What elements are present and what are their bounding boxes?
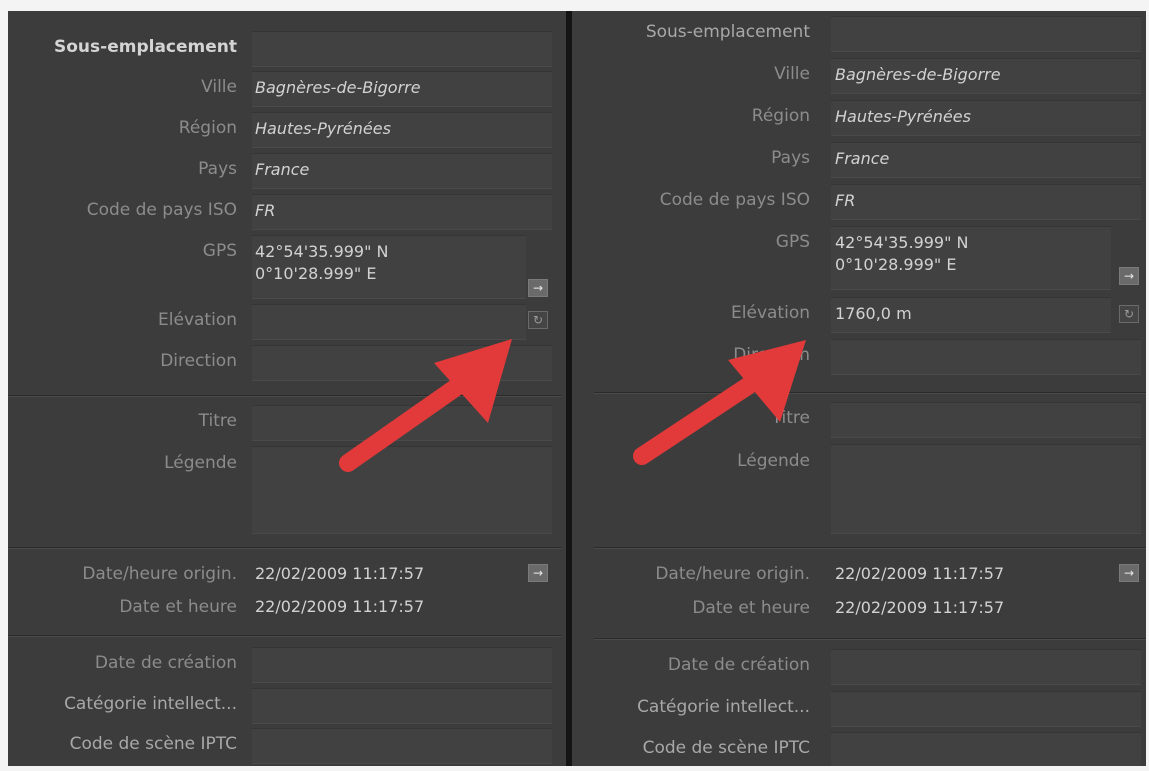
date-original-label: Date/heure origin.: [82, 564, 237, 584]
creation-date-label: Date de création: [94, 653, 237, 673]
panel-divider: [561, 11, 594, 766]
region-value: Hautes-Pyrénées: [255, 119, 391, 138]
city-value: Bagnères-de-Bigorre: [835, 65, 1001, 84]
city-label: Ville: [201, 77, 237, 97]
section-divider: [594, 392, 1146, 393]
section-divider: [8, 635, 561, 636]
section-divider: [594, 638, 1146, 639]
gps-latitude: 42°54'35.999" N: [255, 242, 389, 261]
title-field[interactable]: [831, 402, 1141, 438]
date-original-value: 22/02/2009 11:17:57: [255, 564, 425, 583]
gps-goto-button[interactable]: →: [1119, 267, 1139, 285]
gps-label: GPS: [202, 241, 237, 261]
date-goto-button[interactable]: →: [1119, 564, 1139, 582]
date-time-label: Date et heure: [119, 597, 237, 617]
sublocation-label: Sous-emplacement: [54, 37, 237, 57]
region-value: Hautes-Pyrénées: [835, 107, 971, 126]
date-original-value: 22/02/2009 11:17:57: [835, 564, 1005, 583]
country-label: Pays: [771, 148, 810, 168]
title-field[interactable]: [252, 405, 552, 441]
country-label: Pays: [198, 159, 237, 179]
country-value: France: [255, 160, 310, 179]
iso-value: FR: [255, 201, 276, 220]
gps-label: GPS: [775, 232, 810, 252]
iptc-scene-label: Code de scène IPTC: [642, 738, 810, 758]
elevation-label: Elévation: [731, 303, 810, 323]
intellectual-genre-label: Catégorie intellect...: [64, 694, 237, 714]
elevation-value: 1760,0 m: [835, 304, 912, 323]
country-value: France: [835, 149, 890, 168]
date-original-label: Date/heure origin.: [655, 564, 810, 584]
caption-field[interactable]: [252, 446, 552, 534]
iptc-scene-field[interactable]: [252, 728, 552, 764]
elevation-label: Elévation: [158, 310, 237, 330]
arrow-right-icon: →: [532, 566, 544, 580]
sublocation-field[interactable]: [252, 31, 552, 67]
elevation-refresh-button[interactable]: ↻: [528, 311, 548, 329]
refresh-icon: ↻: [532, 313, 544, 327]
region-label: Région: [751, 106, 810, 126]
iso-field[interactable]: [831, 184, 1141, 220]
direction-label: Direction: [160, 351, 237, 371]
iso-label: Code de pays ISO: [86, 200, 237, 220]
caption-field[interactable]: [831, 444, 1141, 534]
creation-date-label: Date de création: [667, 655, 810, 675]
iso-value: FR: [835, 191, 856, 210]
sublocation-label: Sous-emplacement: [645, 22, 810, 42]
iptc-scene-field[interactable]: [831, 732, 1141, 766]
intellectual-genre-field[interactable]: [252, 688, 552, 724]
city-value: Bagnères-de-Bigorre: [255, 78, 421, 97]
iso-field[interactable]: [252, 194, 552, 230]
date-time-value: 22/02/2009 11:17:57: [255, 597, 425, 616]
direction-field[interactable]: [831, 339, 1141, 375]
date-time-value: 22/02/2009 11:17:57: [835, 598, 1005, 617]
title-label: Titre: [771, 408, 810, 428]
sublocation-field[interactable]: [831, 16, 1141, 52]
caption-label: Légende: [737, 451, 810, 471]
region-label: Région: [178, 118, 237, 138]
direction-field[interactable]: [252, 345, 552, 381]
elevation-refresh-button[interactable]: ↻: [1119, 305, 1139, 323]
date-goto-button[interactable]: →: [528, 564, 548, 582]
section-divider: [8, 547, 561, 548]
creation-date-field[interactable]: [252, 647, 552, 683]
arrow-right-icon: →: [1123, 566, 1135, 580]
intellectual-genre-label: Catégorie intellect...: [637, 697, 810, 717]
arrow-right-icon: →: [532, 281, 544, 295]
section-divider: [594, 547, 1146, 548]
iso-label: Code de pays ISO: [659, 190, 810, 210]
gps-longitude: 0°10'28.999" E: [255, 264, 377, 283]
city-label: Ville: [774, 64, 810, 84]
iptc-scene-label: Code de scène IPTC: [69, 734, 237, 754]
intellectual-genre-field[interactable]: [831, 691, 1141, 727]
title-label: Titre: [198, 411, 237, 431]
elevation-field[interactable]: [252, 304, 526, 340]
metadata-panel-after: Sous-emplacement Ville Bagnères-de-Bigor…: [594, 11, 1146, 766]
gps-longitude: 0°10'28.999" E: [835, 255, 957, 274]
refresh-icon: ↻: [1123, 307, 1135, 321]
direction-label: Direction: [733, 345, 810, 365]
gps-latitude: 42°54'35.999" N: [835, 233, 969, 252]
creation-date-field[interactable]: [831, 649, 1141, 685]
caption-label: Légende: [164, 453, 237, 473]
metadata-panel-before: Sous-emplacement Ville Bagnères-de-Bigor…: [8, 11, 561, 766]
gps-goto-button[interactable]: →: [528, 279, 548, 297]
date-time-label: Date et heure: [692, 598, 810, 618]
arrow-right-icon: →: [1123, 269, 1135, 283]
section-divider: [8, 395, 561, 396]
